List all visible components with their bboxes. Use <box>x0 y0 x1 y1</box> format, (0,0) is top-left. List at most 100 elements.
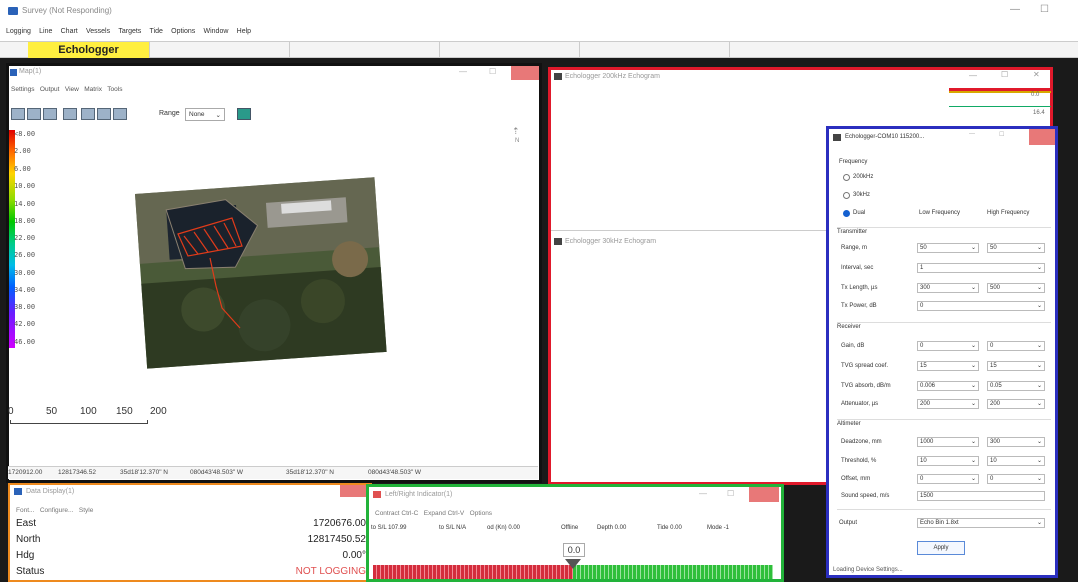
data-menubar: Font... Configure... Style <box>16 507 93 514</box>
chevron-down-icon: ⌄ <box>1036 401 1042 407</box>
menu-help[interactable]: Help <box>237 28 251 35</box>
tvg-spread-low-select[interactable]: 15 ⌄ <box>917 361 979 371</box>
menu-vessels[interactable]: Vessels <box>86 28 110 35</box>
map-menu-output[interactable]: Output <box>40 86 60 93</box>
altimeter-label: Altimeter <box>837 421 861 427</box>
tx-length-low-select[interactable]: 300 ⌄ <box>917 283 979 293</box>
divider <box>837 419 1051 420</box>
map-minimize-icon[interactable]: — <box>459 67 467 76</box>
output-select[interactable]: Echo Bin 1.8xt ⌄ <box>917 518 1045 528</box>
track-icon[interactable] <box>97 108 111 120</box>
menu-targets[interactable]: Targets <box>118 28 141 35</box>
menu-window[interactable]: Window <box>204 28 229 35</box>
tvg-spread-high-select[interactable]: 15 ⌄ <box>987 361 1045 371</box>
zoom-in-icon[interactable] <box>11 108 25 120</box>
minimize-icon[interactable]: — <box>1010 4 1020 15</box>
zoom-out-icon[interactable] <box>27 108 41 120</box>
data-close-button[interactable] <box>340 485 368 497</box>
attenuator-high-select[interactable]: 200 ⌄ <box>987 399 1045 409</box>
threshold-high-value: 10 <box>990 458 997 464</box>
map-close-button[interactable] <box>511 66 539 80</box>
data-menu-style[interactable]: Style <box>79 507 93 514</box>
pan-icon[interactable] <box>63 108 77 120</box>
map-menu-tools[interactable]: Tools <box>107 86 122 93</box>
tab-empty-3[interactable] <box>440 42 580 58</box>
tvg-absorb-low-select[interactable]: 0.006 ⌄ <box>917 381 979 391</box>
zoom-extent-icon[interactable] <box>43 108 57 120</box>
echogram-maximize-icon[interactable]: ☐ <box>1001 70 1008 79</box>
menu-options[interactable]: Options <box>171 28 195 35</box>
map-menu-matrix[interactable]: Matrix <box>84 86 102 93</box>
measure-icon[interactable] <box>81 108 95 120</box>
deadzone-low-select[interactable]: 1000 ⌄ <box>917 437 979 447</box>
lr-maximize-icon[interactable]: ☐ <box>727 489 734 498</box>
tab-empty-4[interactable] <box>580 42 730 58</box>
sound-speed-input[interactable]: 1500 <box>917 491 1045 501</box>
map-menu-settings[interactable]: Settings <box>11 86 35 93</box>
data-menu-configure[interactable]: Configure... <box>40 507 74 514</box>
radio-200khz[interactable] <box>843 174 850 181</box>
data-menu-font[interactable]: Font... <box>16 507 34 514</box>
lr-close-button[interactable] <box>749 487 779 502</box>
device-close-button[interactable] <box>1029 129 1055 145</box>
lr-menu-expand[interactable]: Expand Ctrl-V <box>424 510 464 517</box>
offset-label: Offset, mm <box>841 476 871 482</box>
device-minimize-icon[interactable]: — <box>969 131 975 137</box>
threshold-low-select[interactable]: 10 ⌄ <box>917 456 979 466</box>
data-row-north: North 12817450.52 <box>16 534 366 545</box>
device-maximize-icon[interactable]: ☐ <box>999 131 1004 138</box>
center-icon[interactable] <box>113 108 127 120</box>
deadzone-high-select[interactable]: 300 ⌄ <box>987 437 1045 447</box>
map-maximize-icon[interactable]: ☐ <box>489 67 496 76</box>
echogram-close-icon[interactable]: ✕ <box>1033 70 1040 79</box>
interval-select[interactable]: 1 ⌄ <box>917 263 1045 273</box>
offset-low-select[interactable]: 0 ⌄ <box>917 474 979 484</box>
range-select[interactable]: None ⌄ <box>185 108 225 121</box>
legend-label: 2.00 <box>14 147 31 155</box>
tx-length-high-select[interactable]: 500 ⌄ <box>987 283 1045 293</box>
menu-chart[interactable]: Chart <box>61 28 78 35</box>
gain-high-select[interactable]: 0 ⌄ <box>987 341 1045 351</box>
radio-200khz-label: 200kHz <box>853 174 874 180</box>
scale-label: 0 <box>8 406 14 417</box>
lr-minimize-icon[interactable]: — <box>699 489 707 498</box>
lr-menu-options[interactable]: Options <box>470 510 492 517</box>
legend-label: 46.00 <box>14 338 36 346</box>
refresh-icon[interactable] <box>237 108 251 120</box>
lr-menu-contract[interactable]: Contract Ctrl-C <box>375 510 418 517</box>
radio-30khz[interactable] <box>843 192 850 199</box>
gain-low-select[interactable]: 0 ⌄ <box>917 341 979 351</box>
chevron-down-icon: ⌄ <box>1036 439 1042 445</box>
tvg-spread-low-value: 15 <box>920 363 927 369</box>
menu-tide[interactable]: Tide <box>150 28 163 35</box>
tab-echologger[interactable]: Echologger <box>28 42 150 58</box>
depth-bar-green <box>949 106 1051 107</box>
gain-low-value: 0 <box>920 343 924 349</box>
legend-label: 22.00 <box>14 234 36 242</box>
tvg-absorb-high-select[interactable]: 0.05 ⌄ <box>987 381 1045 391</box>
status-lon: 080d43'48.503" W <box>190 469 244 476</box>
threshold-high-select[interactable]: 10 ⌄ <box>987 456 1045 466</box>
tx-power-label: Tx Power, dB <box>841 303 877 309</box>
high-frequency-header: High Frequency <box>987 210 1030 216</box>
tab-empty-1[interactable] <box>150 42 290 58</box>
radio-dual[interactable] <box>843 210 850 217</box>
offset-high-select[interactable]: 0 ⌄ <box>987 474 1045 484</box>
threshold-label: Threshold, % <box>841 458 877 464</box>
attenuator-low-value: 200 <box>920 401 931 407</box>
echogram-minimize-icon[interactable]: — <box>969 71 977 80</box>
interval-label: Interval, sec <box>841 265 874 271</box>
attenuator-low-select[interactable]: 200 ⌄ <box>917 399 979 409</box>
maximize-icon[interactable]: ☐ <box>1040 4 1049 15</box>
data-row-value: 1720676.00 <box>313 518 366 529</box>
apply-button[interactable]: Apply <box>917 541 965 555</box>
radio-dual-label: Dual <box>853 210 866 216</box>
tx-power-select[interactable]: 0 ⌄ <box>917 301 1045 311</box>
menu-line[interactable]: Line <box>39 28 52 35</box>
range-m-low-select[interactable]: 50 ⌄ <box>917 243 979 253</box>
map-menu-view[interactable]: View <box>65 86 79 93</box>
tab-empty-2[interactable] <box>290 42 440 58</box>
range-m-high-select[interactable]: 50 ⌄ <box>987 243 1045 253</box>
menu-logging[interactable]: Logging <box>6 28 31 35</box>
lr-center-value: 0.0 <box>563 543 585 557</box>
